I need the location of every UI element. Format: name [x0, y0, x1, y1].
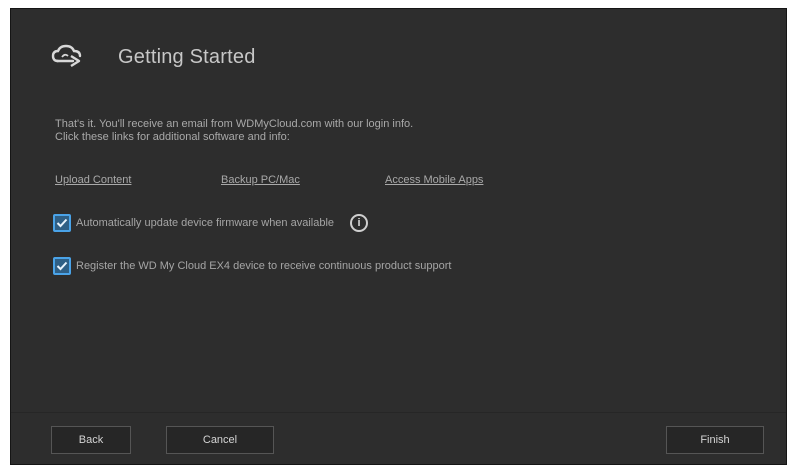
footer-divider [11, 412, 786, 413]
info-icon[interactable]: i [350, 214, 369, 232]
auto-update-option: Automatically update device firmware whe… [53, 214, 369, 232]
checkmark-icon [56, 218, 68, 228]
checkmark-icon [56, 261, 68, 271]
cloud-sync-icon [51, 44, 83, 70]
register-device-checkbox[interactable] [53, 257, 71, 275]
auto-update-checkbox[interactable] [53, 214, 71, 232]
getting-started-dialog: Getting Started That's it. You'll receiv… [11, 9, 786, 464]
access-mobile-apps-link[interactable]: Access Mobile Apps [385, 174, 483, 186]
finish-button[interactable]: Finish [666, 426, 764, 454]
register-device-label: Register the WD My Cloud EX4 device to r… [76, 260, 452, 272]
dialog-header: Getting Started [51, 44, 256, 70]
resource-links: Upload Content Backup PC/Mac Access Mobi… [55, 174, 615, 190]
message-line-1: That's it. You'll receive an email from … [55, 118, 414, 130]
confirmation-message: That's it. You'll receive an email from … [55, 118, 655, 144]
back-button[interactable]: Back [51, 426, 131, 454]
backup-pc-mac-link[interactable]: Backup PC/Mac [221, 174, 300, 186]
cancel-button[interactable]: Cancel [166, 426, 274, 454]
dialog-title: Getting Started [118, 45, 256, 68]
register-device-option: Register the WD My Cloud EX4 device to r… [53, 257, 451, 275]
upload-content-link[interactable]: Upload Content [55, 174, 131, 186]
auto-update-label: Automatically update device firmware whe… [76, 217, 335, 229]
message-line-2: Click these links for additional softwar… [55, 131, 290, 143]
